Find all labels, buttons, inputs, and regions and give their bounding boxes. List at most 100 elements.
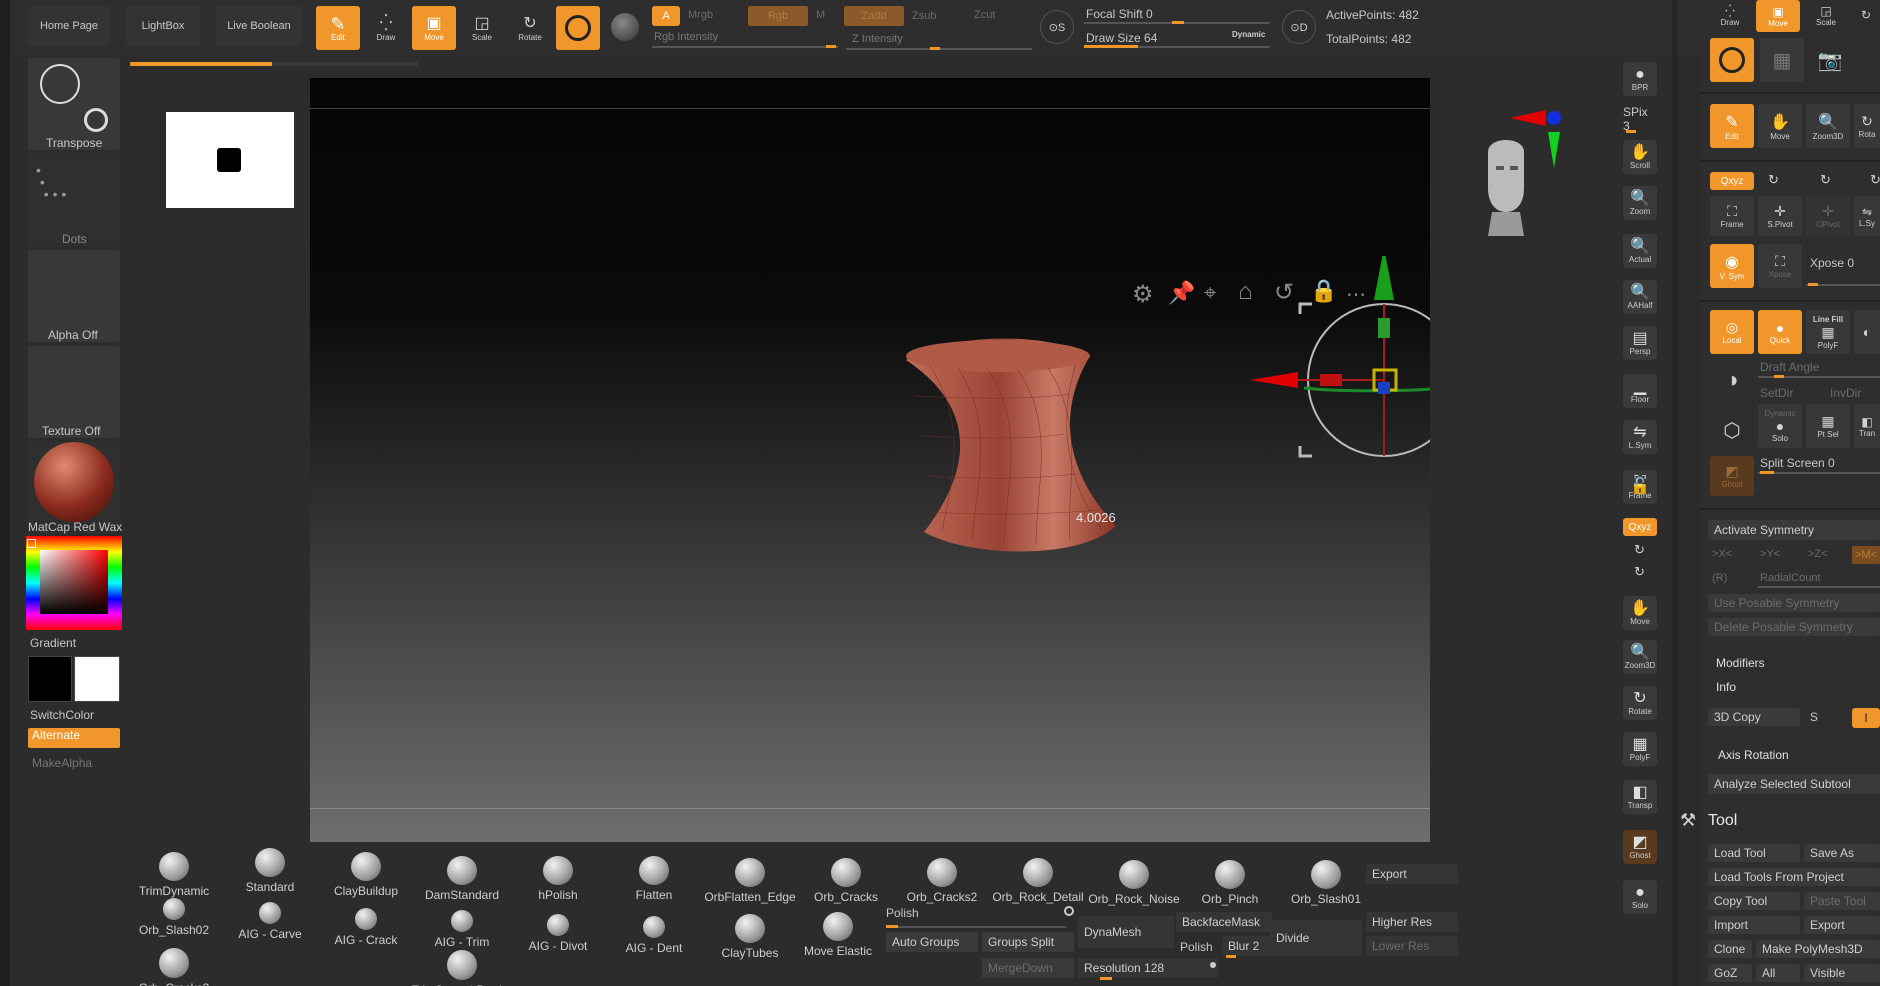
brush-orb-cracks[interactable]: Orb_Cracks	[806, 858, 886, 904]
polish-dot-icon[interactable]	[1064, 906, 1074, 916]
viewport-canvas[interactable]: ⚙ 📌 ⌖ ⌂ ↺ 🔒 ⋯ 4.0026	[310, 78, 1430, 842]
secondary-color-swatch[interactable]	[74, 656, 120, 702]
material-sphere-button[interactable]	[608, 10, 642, 44]
right-strip-actual-button[interactable]: 🔍 Actual	[1623, 234, 1657, 268]
brush-aig-crack[interactable]: AIG - Crack	[326, 908, 406, 954]
right-strip-l-sym-button[interactable]: ⇋ L.Sym	[1623, 420, 1657, 454]
rp-xpose-knob[interactable]	[1808, 283, 1818, 286]
gradient-label[interactable]: Gradient	[30, 636, 76, 650]
blur-slider[interactable]: Blur 2	[1222, 936, 1272, 956]
brush-orb-rock-detail[interactable]: Orb_Rock_Detail	[992, 858, 1084, 904]
brush-aig-dent[interactable]: AIG - Dent	[614, 916, 694, 962]
rp-sym-m[interactable]: >M<	[1852, 546, 1880, 564]
polish-slider-box[interactable]: Polish	[886, 906, 1076, 926]
blur-knob[interactable]	[1226, 955, 1236, 958]
texture-tile[interactable]: Texture Off	[28, 346, 120, 438]
merge-down-button[interactable]: MergeDown	[982, 958, 1074, 978]
rp-snapshot-button[interactable]: 📷	[1808, 38, 1852, 82]
right-strip-floor-button[interactable]: ▁ Floor	[1623, 374, 1657, 408]
rp-save-as-button[interactable]: Save As	[1804, 844, 1880, 862]
m-button[interactable]: M	[816, 9, 825, 21]
rp-axis-rotation-header[interactable]: Axis Rotation	[1718, 748, 1789, 762]
z-intensity-knob[interactable]	[930, 47, 940, 50]
right-strip-move-button[interactable]: ✋ Move	[1623, 596, 1657, 630]
brush-orb-cracks2[interactable]: Orb_Cracks2	[902, 858, 982, 904]
rp-quick-button[interactable]: ● Quick	[1758, 310, 1802, 354]
rp-analyze-subtool-button[interactable]: Analyze Selected Subtool	[1708, 774, 1880, 794]
rp-split-screen-knob[interactable]	[1760, 471, 1774, 474]
brush-orb-slash01[interactable]: Orb_Slash01	[1286, 860, 1366, 906]
higher-res-button[interactable]: Higher Res	[1366, 912, 1458, 932]
rp-z-axis-icon[interactable]: ↻	[1820, 172, 1831, 188]
switch-color-button[interactable]: SwitchColor	[30, 708, 94, 722]
rgb-intensity-slider[interactable]	[652, 46, 838, 48]
rp-goz-button[interactable]: GoZ	[1708, 964, 1752, 982]
color-picker[interactable]	[26, 536, 122, 630]
rp-load-tools-from-project-button[interactable]: Load Tools From Project	[1708, 868, 1880, 886]
rp-draft-angle[interactable]: Draft Angle	[1760, 360, 1819, 374]
rp-use-posable-symmetry[interactable]: Use Posable Symmetry	[1708, 594, 1880, 612]
brush-trimdynamic[interactable]: TrimDynamic	[134, 852, 214, 898]
zadd-button[interactable]: Zadd	[844, 6, 904, 26]
tab-live-boolean[interactable]: Live Boolean	[216, 6, 302, 46]
rgb-intensity-knob[interactable]	[826, 45, 836, 48]
rp-move2-button[interactable]: ✋ Move	[1758, 104, 1802, 148]
move-button[interactable]: ▣ Move	[412, 6, 456, 50]
right-strip-ghost-button[interactable]: ◩ Ghost	[1623, 830, 1657, 864]
right-strip-aahalf-button[interactable]: 🔍 AAHalf	[1623, 280, 1657, 314]
draw-button[interactable]: ⁛ Draw	[364, 6, 408, 50]
brush-orb-pinch[interactable]: Orb_Pinch	[1190, 860, 1270, 906]
rp-tool-header[interactable]: Tool	[1708, 812, 1737, 830]
rp-w-axis-icon[interactable]: ↻	[1870, 172, 1880, 188]
rp-modifiers-header[interactable]: Modifiers	[1716, 656, 1765, 670]
right-strip-zoom-button[interactable]: 🔍 Zoom	[1623, 186, 1657, 220]
brush-move-elastic[interactable]: Move Elastic	[798, 912, 878, 958]
zcut-button[interactable]: Zcut	[974, 9, 995, 21]
rp-local-button[interactable]: ◎ Local	[1710, 310, 1754, 354]
right-strip-polyf-button[interactable]: ▦ PolyF	[1623, 732, 1657, 766]
rp-rotate-button[interactable]: ↻ Rota	[1854, 104, 1880, 148]
rp-sym-z[interactable]: >Z<	[1808, 548, 1828, 560]
rp-polyf-button[interactable]: Line Fill ▦ PolyF	[1806, 310, 1850, 354]
current-tool-button[interactable]	[556, 6, 600, 50]
brush-orb-slash02[interactable]: Orb_Slash02	[134, 898, 214, 944]
right-strip-rotate-button[interactable]: ↻ Rotate	[1623, 686, 1657, 720]
right-strip-rot-y-icon[interactable]: ↻	[1634, 542, 1645, 558]
dynamic-icon-button[interactable]: ⊙D	[1282, 10, 1316, 44]
rp-copy-tool-button[interactable]: Copy Tool	[1708, 892, 1800, 910]
rp-edit-button[interactable]: ✎ Edit	[1710, 104, 1754, 148]
brush-claytubes[interactable]: ClayTubes	[710, 914, 790, 960]
rp-move-button[interactable]: ▣ Move	[1756, 0, 1800, 32]
material-tile[interactable]: MatCap Red Wax	[28, 442, 122, 534]
brush-standard[interactable]: Standard	[230, 848, 310, 894]
rgb-button[interactable]: Rgb	[748, 6, 808, 26]
rp-paste-tool-button[interactable]: Paste Tool	[1804, 892, 1880, 910]
a-button[interactable]: A	[652, 6, 680, 26]
rp-radial-count[interactable]: RadialCount	[1760, 572, 1821, 584]
rp-split-screen[interactable]: Split Screen 0	[1760, 456, 1835, 470]
rp-vsym-button[interactable]: ◉ V. Sym	[1710, 244, 1754, 288]
brush-aig-carve[interactable]: AIG - Carve	[230, 902, 310, 948]
brush-claybuildup[interactable]: ClayBuildup	[326, 852, 406, 898]
rp-scale-button[interactable]: ◲ Scale	[1806, 0, 1846, 30]
tab-home-page[interactable]: Home Page	[28, 6, 110, 46]
rp-tran-button[interactable]: ◧ Tran	[1854, 404, 1880, 448]
transform-gizmo[interactable]	[960, 256, 1430, 496]
brush-orbflatten-edge[interactable]: OrbFlatten_Edge	[704, 858, 796, 904]
rp-tool-preview-button[interactable]: ▦	[1760, 38, 1804, 82]
rp-zoom3d-button[interactable]: 🔍 Zoom3D	[1806, 104, 1850, 148]
rp-sym-y[interactable]: >Y<	[1760, 548, 1780, 560]
tab-lightbox[interactable]: LightBox	[126, 6, 200, 46]
transpose-tile[interactable]: Transpose	[28, 58, 120, 150]
polish-toggle[interactable]: Polish	[1180, 940, 1213, 954]
resolution-slider[interactable]: Resolution 128	[1078, 958, 1218, 978]
rp-visible-button[interactable]: Visible	[1804, 964, 1880, 982]
mrgb-button[interactable]: Mrgb	[688, 9, 713, 21]
rp-activate-symmetry-button[interactable]: Activate Symmetry	[1708, 520, 1880, 540]
rp-load-tool-button[interactable]: Load Tool	[1708, 844, 1800, 862]
brush-trimsmoothborder[interactable]: TrimSmoothBorder	[412, 950, 512, 986]
resolution-dot-icon[interactable]	[1210, 962, 1216, 968]
rotate-button[interactable]: ↻ Rotate	[508, 6, 552, 50]
rp-lsym-button[interactable]: ⇋ L.Sy	[1854, 196, 1880, 236]
rp-delete-posable-symmetry[interactable]: Delete Posable Symmetry	[1708, 618, 1880, 636]
